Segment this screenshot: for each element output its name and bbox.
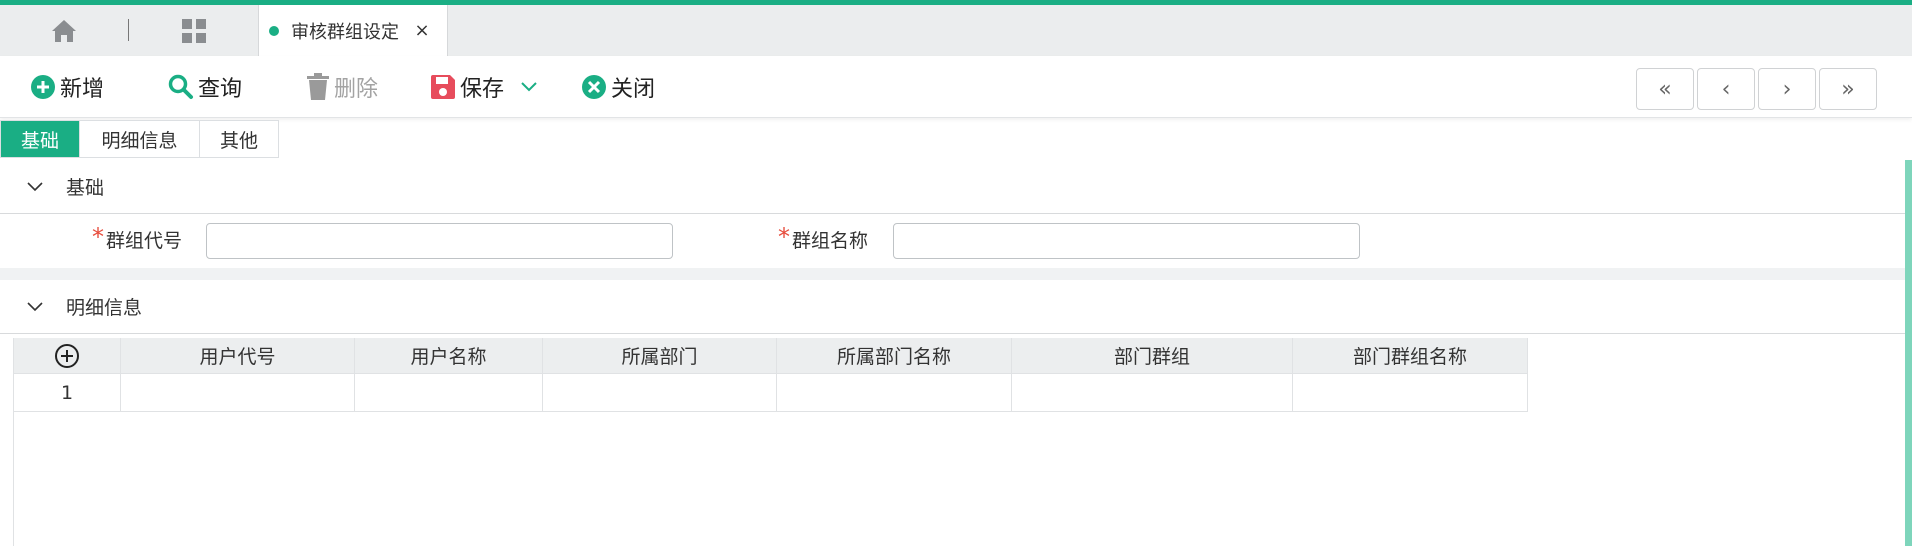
- delete-button[interactable]: 删除: [306, 56, 378, 118]
- table-cell[interactable]: [543, 374, 777, 411]
- plus-circle-icon: [30, 74, 56, 100]
- chevron-left-icon: ‹: [1721, 76, 1731, 102]
- query-label: 查询: [198, 77, 243, 102]
- row-index: 1: [14, 374, 121, 411]
- active-dot-icon: [269, 25, 279, 36]
- save-button[interactable]: 保存: [430, 56, 504, 118]
- chevron-down-icon: [26, 181, 46, 193]
- first-record-button[interactable]: «: [1636, 68, 1694, 110]
- section-tabs: 基础 明细信息 其他: [0, 120, 279, 158]
- group-code-input[interactable]: [206, 223, 673, 259]
- column-header[interactable]: 部门群组: [1012, 338, 1293, 373]
- subtab-other[interactable]: 其他: [200, 121, 278, 157]
- close-label: 关闭: [611, 77, 656, 102]
- toolbar: 新增 查询 删除 保存 关闭 « ‹ › »: [0, 56, 1912, 118]
- next-record-button[interactable]: ›: [1758, 68, 1816, 110]
- section-detail-title: 明细信息: [66, 297, 143, 319]
- form-content: 基础 * 群组代号 * 群组名称 明细信息 用户代号 用户名称 所属部门 所属部…: [0, 160, 1905, 546]
- last-record-button[interactable]: »: [1819, 68, 1877, 110]
- grid-icon: [182, 18, 206, 43]
- tab-audit-group[interactable]: 审核群组设定 ×: [258, 5, 448, 56]
- search-icon: [168, 74, 194, 100]
- tab-bar: 审核群组设定 ×: [0, 5, 1912, 56]
- group-name-input[interactable]: [893, 223, 1360, 259]
- column-header[interactable]: 用户名称: [355, 338, 543, 373]
- subtab-basic[interactable]: 基础: [1, 121, 80, 157]
- group-name-label: * 群组名称: [778, 223, 869, 252]
- column-header[interactable]: 所属部门名称: [777, 338, 1012, 373]
- vertical-scrollbar[interactable]: [1905, 160, 1912, 546]
- app-grid-button[interactable]: [170, 5, 218, 56]
- chevron-down-icon: [26, 301, 46, 313]
- column-header[interactable]: 部门群组名称: [1293, 338, 1528, 373]
- table-cell[interactable]: [1012, 374, 1293, 411]
- section-detail-header[interactable]: 明细信息: [0, 280, 1905, 334]
- close-button[interactable]: 关闭: [581, 56, 655, 118]
- table-header: 用户代号 用户名称 所属部门 所属部门名称 部门群组 部门群组名称: [14, 338, 1528, 374]
- table-cell[interactable]: [121, 374, 355, 411]
- double-chevron-right-icon: »: [1841, 76, 1855, 102]
- subtab-detail[interactable]: 明细信息: [80, 121, 200, 157]
- add-row-button[interactable]: [14, 338, 121, 373]
- save-label: 保存: [460, 77, 505, 102]
- close-circle-icon: [581, 74, 607, 100]
- group-code-label-text: 群组代号: [106, 229, 183, 252]
- chevron-right-icon: ›: [1782, 76, 1792, 102]
- prev-record-button[interactable]: ‹: [1697, 68, 1755, 110]
- delete-label: 删除: [334, 77, 379, 102]
- home-button[interactable]: [40, 5, 88, 56]
- save-dropdown[interactable]: [520, 56, 538, 118]
- required-mark: *: [92, 223, 104, 251]
- required-mark: *: [778, 223, 790, 251]
- close-tab-icon[interactable]: ×: [413, 21, 431, 40]
- section-basic-header[interactable]: 基础: [0, 160, 1905, 214]
- table-cell[interactable]: [777, 374, 1012, 411]
- group-name-label-text: 群组名称: [792, 229, 869, 252]
- add-label: 新增: [60, 77, 105, 102]
- group-code-label: * 群组代号: [92, 223, 183, 252]
- double-chevron-left-icon: «: [1658, 76, 1672, 102]
- plus-circle-icon: [55, 343, 79, 368]
- table-cell[interactable]: [1293, 374, 1528, 411]
- query-button[interactable]: 查询: [168, 56, 242, 118]
- detail-table: 用户代号 用户名称 所属部门 所属部门名称 部门群组 部门群组名称 1: [13, 338, 1528, 412]
- table-row: 1: [14, 374, 1528, 412]
- trash-icon: [306, 73, 330, 101]
- section-basic-title: 基础: [66, 177, 105, 199]
- chevron-down-icon: [521, 82, 537, 92]
- section-divider: [0, 268, 1905, 280]
- tab-separator: [128, 19, 129, 41]
- column-header[interactable]: 用户代号: [121, 338, 355, 373]
- home-icon: [52, 19, 76, 42]
- column-header[interactable]: 所属部门: [543, 338, 777, 373]
- tab-title: 审核群组设定: [291, 21, 399, 43]
- add-button[interactable]: 新增: [30, 56, 104, 118]
- floppy-disk-icon: [430, 74, 456, 100]
- table-cell[interactable]: [355, 374, 543, 411]
